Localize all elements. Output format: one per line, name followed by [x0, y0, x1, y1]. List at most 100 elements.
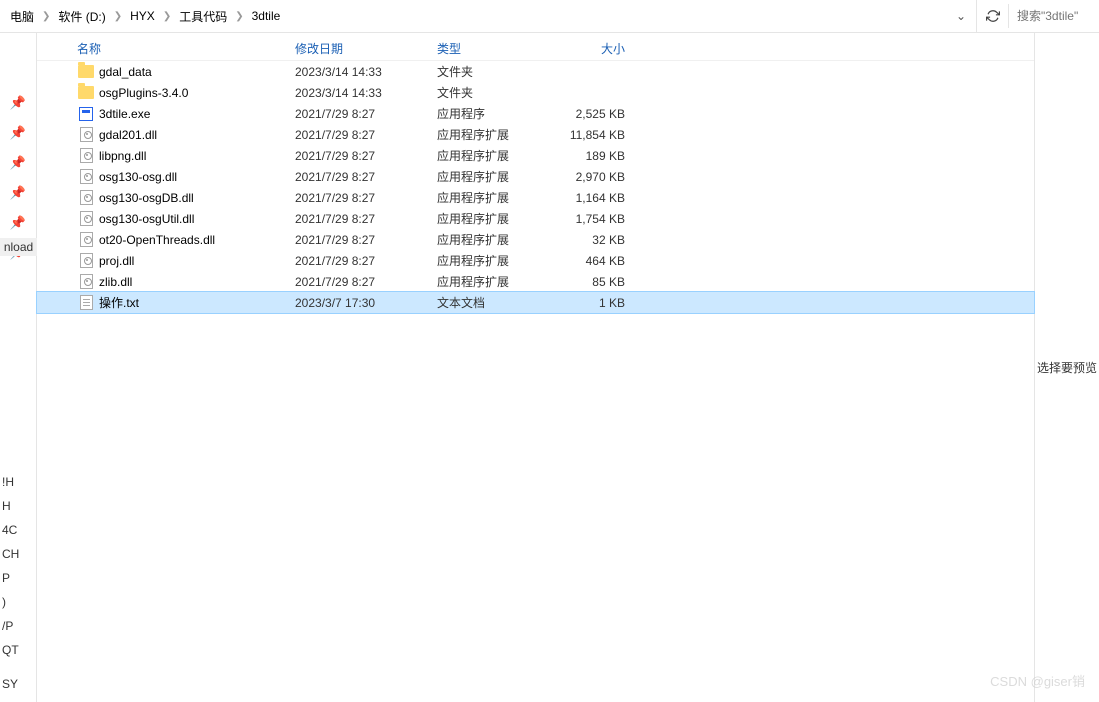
file-type: 应用程序扩展: [437, 126, 555, 143]
preview-panel: 选择要预览: [1034, 33, 1099, 702]
history-dropdown-button[interactable]: ⌄: [950, 4, 972, 28]
column-size-header[interactable]: 大小: [555, 40, 637, 57]
column-type-header[interactable]: 类型: [437, 40, 555, 57]
file-row[interactable]: osg130-osg.dll2021/7/29 8:27应用程序扩展2,970 …: [37, 166, 1034, 187]
breadcrumb-item[interactable]: 工具代码: [175, 6, 231, 27]
sidebar-partial-item: !H: [2, 475, 14, 489]
search-input[interactable]: [1017, 9, 1099, 23]
pin-icon[interactable]: 📌: [10, 95, 26, 111]
dll-icon: [77, 147, 95, 165]
column-date-header[interactable]: 修改日期: [295, 40, 437, 57]
file-name: 操作.txt: [99, 294, 295, 311]
dll-icon: [77, 168, 95, 186]
file-size: 189 KB: [555, 149, 637, 163]
file-date: 2023/3/14 14:33: [295, 65, 437, 79]
sidebar-partial-item: 4C: [2, 523, 17, 537]
file-row[interactable]: ot20-OpenThreads.dll2021/7/29 8:27应用程序扩展…: [37, 229, 1034, 250]
chevron-right-icon[interactable]: ❯: [114, 11, 122, 22]
file-type: 应用程序: [437, 105, 555, 122]
column-name-header[interactable]: 名称: [37, 40, 295, 57]
file-row[interactable]: osgPlugins-3.4.02023/3/14 14:33文件夹: [37, 82, 1034, 103]
file-size: 11,854 KB: [555, 128, 637, 142]
file-name: libpng.dll: [99, 149, 295, 163]
sidebar-partial-item: /P: [2, 619, 13, 633]
file-date: 2021/7/29 8:27: [295, 275, 437, 289]
file-date: 2021/7/29 8:27: [295, 170, 437, 184]
file-date: 2021/7/29 8:27: [295, 149, 437, 163]
txt-icon: [77, 294, 95, 312]
file-date: 2021/7/29 8:27: [295, 254, 437, 268]
file-type: 应用程序扩展: [437, 252, 555, 269]
file-date: 2023/3/7 17:30: [295, 296, 437, 310]
breadcrumb-item[interactable]: 3dtile: [248, 7, 285, 25]
file-row[interactable]: gdal_data2023/3/14 14:33文件夹: [37, 61, 1034, 82]
file-date: 2021/7/29 8:27: [295, 128, 437, 142]
file-size: 85 KB: [555, 275, 637, 289]
file-row[interactable]: 3dtile.exe2021/7/29 8:27应用程序2,525 KB: [37, 103, 1034, 124]
file-date: 2023/3/14 14:33: [295, 86, 437, 100]
breadcrumb-item[interactable]: 软件 (D:): [54, 6, 109, 27]
file-name: 3dtile.exe: [99, 107, 295, 121]
file-name: ot20-OpenThreads.dll: [99, 233, 295, 247]
exe-icon: [77, 105, 95, 123]
watermark-text: CSDN @giser销: [990, 671, 1085, 690]
folder-icon: [77, 63, 95, 81]
dll-icon: [77, 273, 95, 291]
dll-icon: [77, 231, 95, 249]
breadcrumb-item[interactable]: 电脑: [6, 6, 38, 27]
file-name: zlib.dll: [99, 275, 295, 289]
breadcrumb[interactable]: 电脑 ❯ 软件 (D:) ❯ HYX ❯ 工具代码 ❯ 3dtile ⌄: [0, 0, 977, 32]
file-row[interactable]: libpng.dll2021/7/29 8:27应用程序扩展189 KB: [37, 145, 1034, 166]
file-row[interactable]: osg130-osgUtil.dll2021/7/29 8:27应用程序扩展1,…: [37, 208, 1034, 229]
file-name: proj.dll: [99, 254, 295, 268]
folder-icon: [77, 84, 95, 102]
file-row[interactable]: 操作.txt2023/3/7 17:30文本文档1 KB: [37, 292, 1034, 313]
refresh-button[interactable]: [977, 4, 1009, 28]
chevron-right-icon[interactable]: ❯: [163, 11, 171, 22]
file-size: 2,525 KB: [555, 107, 637, 121]
file-type: 文本文档: [437, 294, 555, 311]
file-date: 2021/7/29 8:27: [295, 233, 437, 247]
refresh-icon: [986, 9, 1000, 23]
sidebar-partial-item: QT: [2, 643, 19, 657]
file-size: 464 KB: [555, 254, 637, 268]
pin-icon[interactable]: 📌: [10, 125, 26, 141]
file-type: 应用程序扩展: [437, 189, 555, 206]
file-row[interactable]: proj.dll2021/7/29 8:27应用程序扩展464 KB: [37, 250, 1034, 271]
file-type: 应用程序扩展: [437, 273, 555, 290]
preview-placeholder-text: 选择要预览: [1037, 359, 1097, 376]
file-list-pane: 名称 修改日期 类型 大小 gdal_data2023/3/14 14:33文件…: [37, 33, 1034, 702]
sidebar-partial-item: CH: [2, 547, 19, 561]
file-type: 文件夹: [437, 84, 555, 101]
sidebar-partial-item: ): [2, 595, 6, 609]
file-size: 32 KB: [555, 233, 637, 247]
file-name: osg130-osgDB.dll: [99, 191, 295, 205]
dll-icon: [77, 210, 95, 228]
file-row[interactable]: zlib.dll2021/7/29 8:27应用程序扩展85 KB: [37, 271, 1034, 292]
sidebar-partial-item: P: [2, 571, 10, 585]
pin-icon[interactable]: 📌: [10, 155, 26, 171]
file-size: 1 KB: [555, 296, 637, 310]
chevron-right-icon[interactable]: ❯: [42, 11, 50, 22]
file-date: 2021/7/29 8:27: [295, 191, 437, 205]
dll-icon: [77, 126, 95, 144]
sidebar-bottom-labels: !HH4CCHP)/PQTSY: [0, 475, 37, 701]
file-row[interactable]: osg130-osgDB.dll2021/7/29 8:27应用程序扩展1,16…: [37, 187, 1034, 208]
column-headers: 名称 修改日期 类型 大小: [37, 33, 1034, 61]
pin-icon[interactable]: 📌: [10, 215, 26, 231]
file-size: 1,754 KB: [555, 212, 637, 226]
sidebar-partial-item: H: [2, 499, 11, 513]
file-row[interactable]: gdal201.dll2021/7/29 8:27应用程序扩展11,854 KB: [37, 124, 1034, 145]
file-name: gdal201.dll: [99, 128, 295, 142]
dll-icon: [77, 189, 95, 207]
file-size: 2,970 KB: [555, 170, 637, 184]
search-box[interactable]: [1009, 0, 1099, 32]
chevron-right-icon[interactable]: ❯: [235, 11, 243, 22]
breadcrumb-item[interactable]: HYX: [126, 7, 159, 25]
file-size: 1,164 KB: [555, 191, 637, 205]
file-name: osgPlugins-3.4.0: [99, 86, 295, 100]
pin-icon[interactable]: 📌: [10, 185, 26, 201]
sidebar-partial-label: nload: [0, 238, 37, 256]
file-date: 2021/7/29 8:27: [295, 107, 437, 121]
file-type: 文件夹: [437, 63, 555, 80]
